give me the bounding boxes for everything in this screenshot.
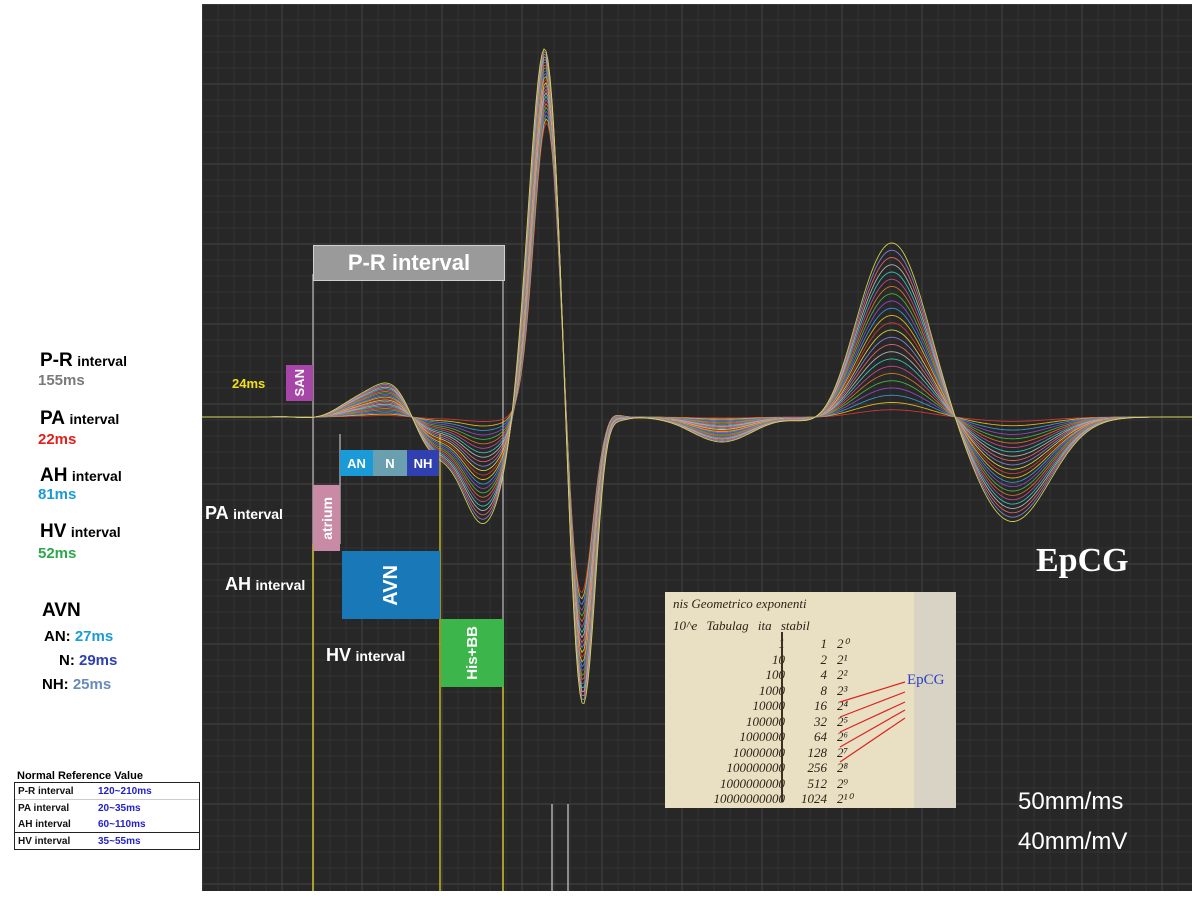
san-block: SAN [286,365,313,401]
hv-value: 52ms [38,545,77,562]
avn-n-label: N: [59,652,75,669]
waveform-trace [202,106,1192,617]
avn-n-row: N: 29ms [59,652,117,669]
scale-time: 50mm/ms [1018,788,1124,815]
waveform-trace [202,114,1192,606]
avn-block: AVN [342,551,440,619]
pr-suffix: interval [77,353,127,369]
avn-label: AVN [379,564,402,606]
pa-name: PA [40,408,65,429]
n-label: N [385,455,395,471]
avn-nh-value: 25ms [72,676,112,693]
reference-row-name: HV interval [18,835,71,847]
reference-row-value: 35~55ms [98,835,141,847]
reference-row-name: P-R interval [18,785,74,797]
hv-interval-label: HV interval [326,645,405,666]
hv-name: HV [40,521,67,542]
hv-interval-word: interval [355,648,406,664]
ah-value: 81ms [38,486,77,503]
san-label: SAN [292,369,307,397]
pr-value: 155ms [38,372,85,389]
pa-interval-name: PA [205,503,229,523]
pr-legend: P-R interval [40,350,127,372]
pa-interval-label: PA interval [205,503,283,524]
inset-red-lines [839,681,906,763]
nh-label: NH [413,455,433,471]
ah-interval-label: AH interval [225,574,305,595]
hv-suffix: interval [70,524,121,540]
ah-interval-word: interval [255,577,306,593]
avn-n-value: 29ms [79,652,118,669]
avn-an-value: 27ms [74,628,114,645]
reference-row-name: PA interval [18,802,70,814]
reference-row-value: 120~210ms [98,785,152,797]
reference-title: Normal Reference Value [17,770,143,782]
pa-interval-word: interval [233,506,283,522]
hv-interval-name: HV [326,645,352,665]
reference-row: HV interval 35~55ms [15,833,199,849]
atrium-label: atrium [318,496,335,540]
reference-table: P-R interval 120~210ms PA interval 20~35… [14,782,200,850]
ah-legend: AH interval [40,465,122,487]
an-block: AN [340,450,373,476]
reference-row-value: 20~35ms [98,802,141,814]
san-time: 24ms [232,376,266,391]
avn-nh-row: NH: 25ms [42,676,111,693]
waveform-trace [202,118,1192,600]
pa-suffix: interval [69,411,120,427]
reference-row-value: 60~110ms [98,818,146,830]
scale-voltage: 40mm/mV [1018,828,1128,855]
his-label: His+BB [464,626,481,680]
ah-suffix: interval [71,468,122,484]
pr-interval-box-label: P-R interval [347,250,471,275]
waveform-trace [202,110,1192,612]
pr-name: P-R [40,350,73,371]
ah-interval-name: AH [225,574,251,594]
epcg-title: EpCG [1036,542,1129,579]
reference-row: PA interval 20~35ms [15,800,199,816]
figure: P-R interval 155ms PA interval 22ms AH i… [0,0,1200,903]
nh-block: NH [407,450,439,476]
reference-row: AH interval 60~110ms [15,816,199,833]
atrium-block: atrium [313,485,340,551]
pa-legend: PA interval [40,408,119,430]
reference-row: P-R interval 120~210ms [15,783,199,800]
his-block: His+BB [441,619,504,687]
avn-title: AVN [42,600,81,621]
reference-row-name: AH interval [18,818,71,830]
manuscript-inset: nis Geometrico exponenti 10^e Tabulag it… [665,592,956,808]
avn-an-row: AN: 27ms [44,628,113,645]
inset-epcg-tag: EpCG [907,672,945,688]
avn-an-label: AN: [44,628,71,645]
hv-legend: HV interval [40,521,121,543]
left-panel: P-R interval 155ms PA interval 22ms AH i… [0,0,202,903]
n-block: N [373,450,407,476]
avn-nh-label: NH: [42,676,69,693]
waveform-trace [202,122,1192,594]
an-label: AN [347,455,366,471]
pr-interval-box: P-R interval [313,245,505,281]
ah-name: AH [40,465,68,486]
pa-value: 22ms [38,431,77,448]
